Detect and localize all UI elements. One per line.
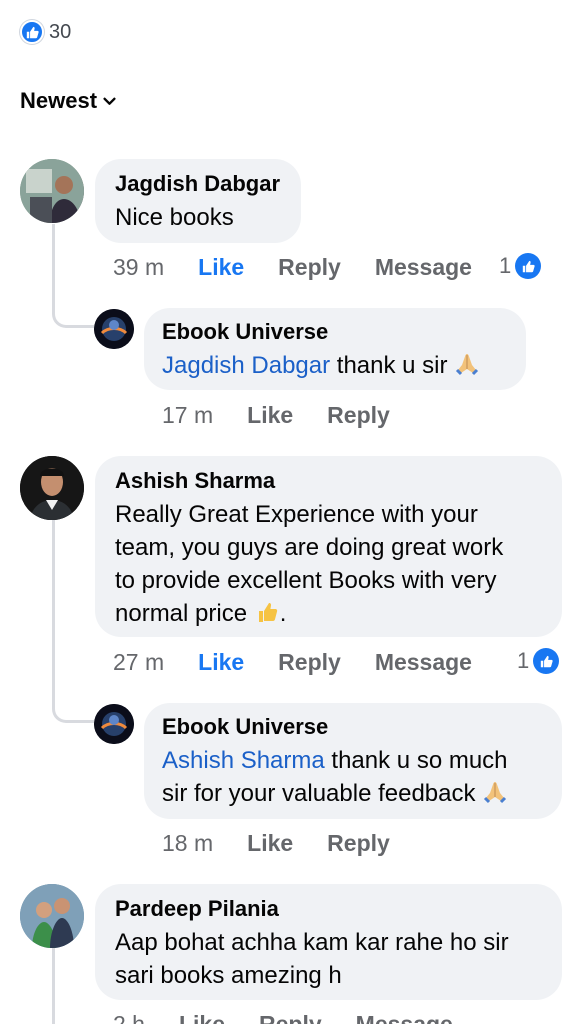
ebook-universe-logo-icon <box>94 309 134 349</box>
reply-time[interactable]: 17 m <box>162 402 213 429</box>
message-button[interactable]: Message <box>375 254 472 281</box>
thread-connector <box>52 948 55 1024</box>
ebook-universe-logo-icon <box>94 704 134 744</box>
like-button[interactable]: Like <box>179 1011 225 1024</box>
comment-bubble: Ashish Sharma Really Great Experience wi… <box>95 456 562 637</box>
reply-button[interactable]: Reply <box>327 830 390 857</box>
reply-author[interactable]: Ebook Universe <box>162 319 508 345</box>
reply-bubble: Ebook Universe Jagdish Dabgar thank u si… <box>144 308 526 390</box>
comment-bubble: Jagdish Dabgar Nice books <box>95 159 301 243</box>
like-icon <box>515 253 542 279</box>
chevron-down-icon <box>103 97 116 105</box>
avatar[interactable] <box>20 159 84 223</box>
reaction-count: 1 <box>499 253 512 278</box>
thumbs-up-emoji <box>254 599 280 634</box>
comment-text: Nice books <box>115 204 234 231</box>
reply-author[interactable]: Ebook Universe <box>162 714 544 740</box>
comment-actions: 39 m Like Reply Message <box>113 254 472 281</box>
reaction-count: 1 <box>517 648 530 673</box>
reply-button[interactable]: Reply <box>259 1011 322 1024</box>
avatar[interactable] <box>20 456 84 520</box>
reply-actions: 18 m Like Reply <box>162 830 390 857</box>
profile-photo <box>20 456 84 520</box>
mention-link[interactable]: Jagdish Dabgar <box>162 352 330 379</box>
message-button[interactable]: Message <box>375 649 472 676</box>
profile-photo <box>20 884 84 948</box>
reply-button[interactable]: Reply <box>327 402 390 429</box>
comment-bubble: Pardeep Pilania Aap bohat achha kam kar … <box>95 884 562 1000</box>
reply-text: Ashish Sharma thank u so much sir for yo… <box>162 744 544 814</box>
comment-author[interactable]: Jagdish Dabgar <box>115 171 281 197</box>
comment-actions: 27 m Like Reply Message <box>113 649 472 676</box>
like-icon <box>20 20 44 44</box>
reply-time[interactable]: 18 m <box>162 830 213 857</box>
avatar[interactable] <box>20 884 84 948</box>
reply-button[interactable]: Reply <box>278 649 341 676</box>
comment-author[interactable]: Pardeep Pilania <box>115 896 542 922</box>
folded-hands-emoji <box>482 779 508 814</box>
mention-link[interactable]: Ashish Sharma <box>162 747 325 774</box>
comment-text: Really Great Experience with your team, … <box>115 498 542 634</box>
reply-text: thank u sir <box>330 352 455 379</box>
reply-button[interactable]: Reply <box>278 254 341 281</box>
sort-dropdown[interactable]: Newest <box>20 88 116 114</box>
sort-label: Newest <box>20 88 98 113</box>
profile-photo <box>20 159 84 223</box>
message-button[interactable]: Message <box>356 1011 453 1024</box>
like-button[interactable]: Like <box>198 649 244 676</box>
comment-reactions[interactable]: 1 <box>517 648 560 674</box>
like-button[interactable]: Like <box>198 254 244 281</box>
thread-connector <box>52 520 94 723</box>
reaction-summary[interactable]: 30 <box>20 20 71 44</box>
comment-reactions[interactable]: 1 <box>499 253 542 279</box>
like-button[interactable]: Like <box>247 402 293 429</box>
reply-actions: 17 m Like Reply <box>162 402 390 429</box>
comment-time[interactable]: 39 m <box>113 254 164 281</box>
comment-actions: 2 h Like Reply Message <box>113 1011 453 1024</box>
reaction-count: 30 <box>49 20 72 43</box>
avatar[interactable] <box>94 704 134 744</box>
reply-bubble: Ebook Universe Ashish Sharma thank u so … <box>144 703 562 819</box>
avatar[interactable] <box>94 309 134 349</box>
comment-time[interactable]: 2 h <box>113 1011 145 1024</box>
like-icon <box>533 648 560 674</box>
thread-connector <box>52 224 94 328</box>
comment-text: Aap bohat achha kam kar rahe ho sir sari… <box>115 929 509 989</box>
comment-author[interactable]: Ashish Sharma <box>115 468 542 494</box>
folded-hands-emoji <box>454 351 480 386</box>
comment-time[interactable]: 27 m <box>113 649 164 676</box>
like-button[interactable]: Like <box>247 830 293 857</box>
